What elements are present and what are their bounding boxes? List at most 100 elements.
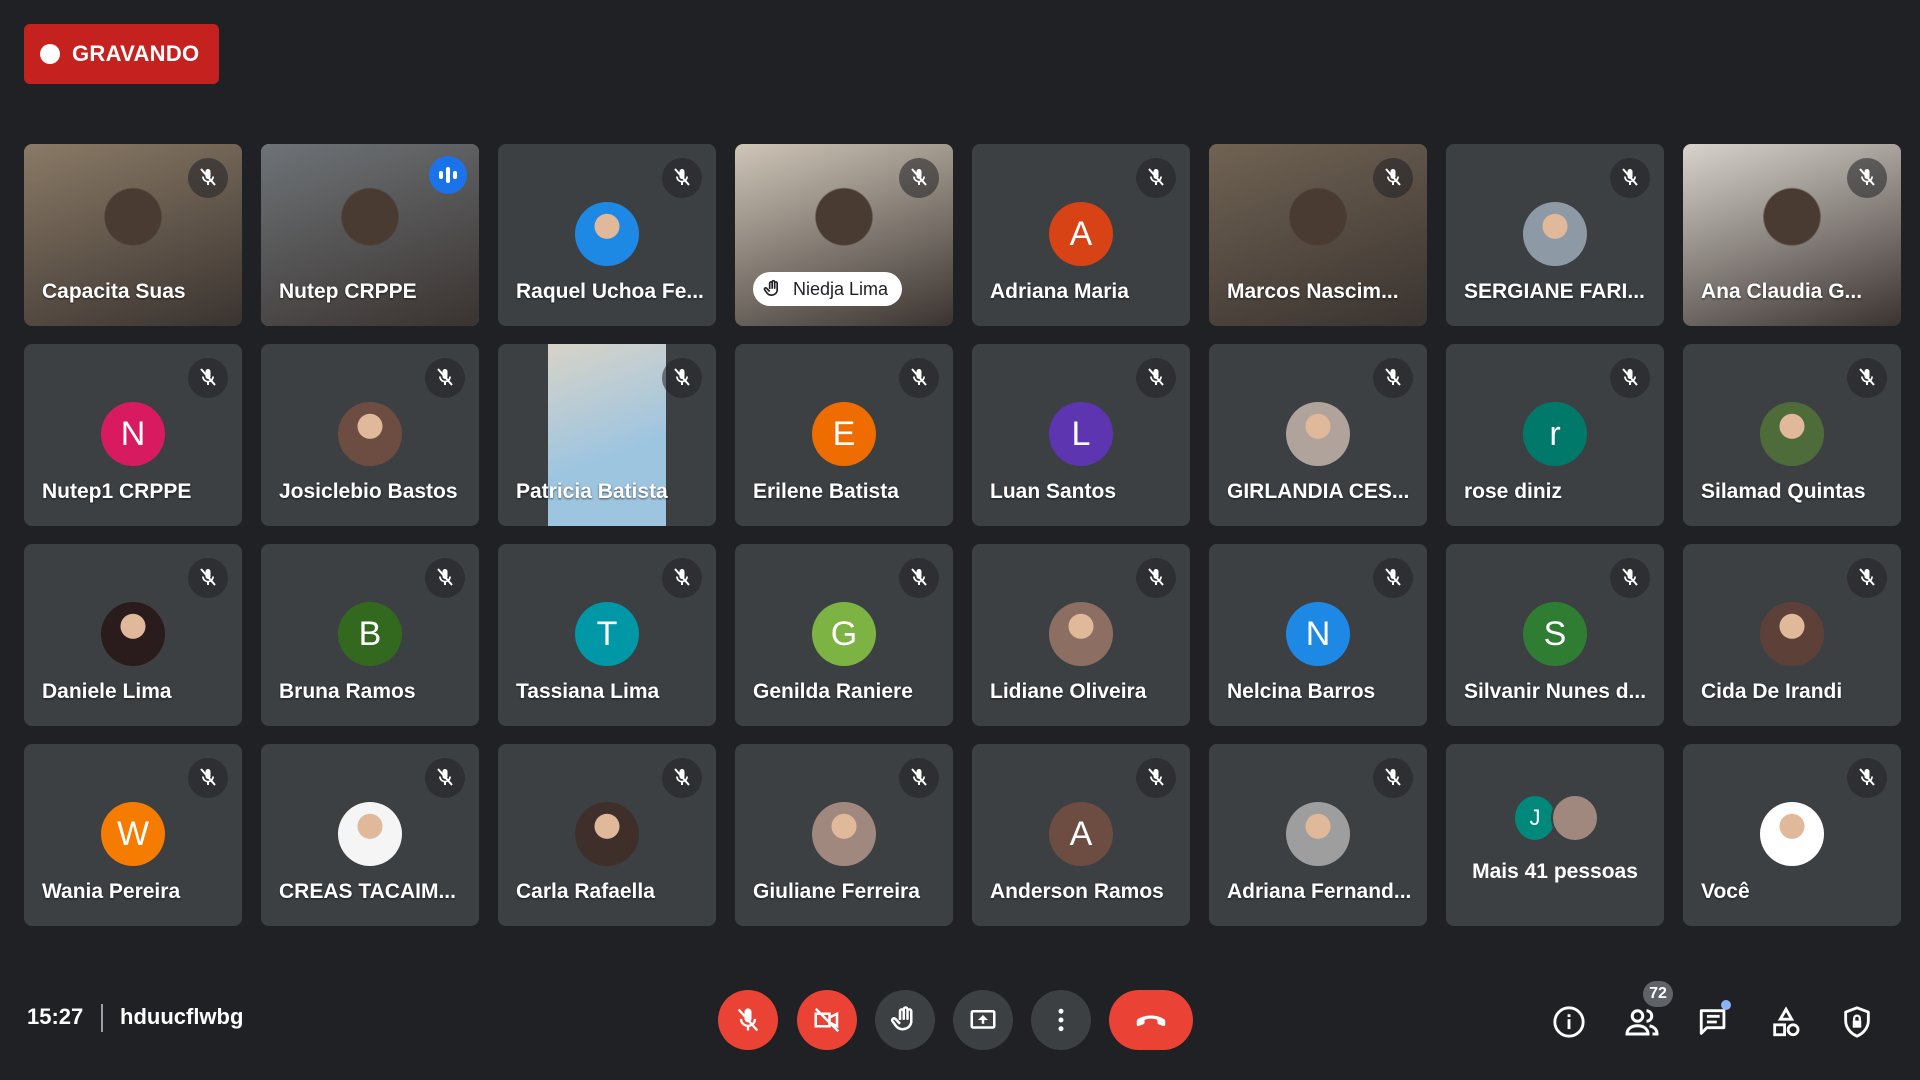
divider — [101, 1004, 103, 1032]
muted-indicator — [1136, 358, 1176, 398]
participant-tile[interactable]: Adriana Fernand... — [1209, 744, 1427, 926]
participant-avatar — [338, 802, 402, 866]
microphone-off-button[interactable] — [718, 990, 778, 1050]
participants-button[interactable] — [1622, 1002, 1662, 1042]
participant-tile[interactable]: Marcos Nascim... — [1209, 144, 1427, 326]
avatar-initial: W — [116, 814, 150, 853]
muted-indicator — [1373, 558, 1413, 598]
mic-off-icon — [911, 768, 927, 786]
participant-name: Nutep1 CRPPE — [42, 480, 192, 503]
muted-indicator — [899, 558, 939, 598]
participant-tile[interactable]: G Genilda Raniere — [735, 544, 953, 726]
avatar-initial: N — [120, 414, 146, 453]
mic-off-icon — [1622, 568, 1638, 586]
participant-tile[interactable]: Daniele Lima — [24, 544, 242, 726]
participant-tile[interactable]: N Nutep1 CRPPE — [24, 344, 242, 526]
mic-off-icon — [1148, 368, 1164, 386]
participant-tile[interactable]: Niedja Lima — [735, 144, 953, 326]
present-screen-button[interactable] — [953, 990, 1013, 1050]
participant-name: Carla Rafaella — [516, 880, 655, 903]
muted-indicator — [1373, 158, 1413, 198]
participant-tile[interactable]: J Mais 41 pessoas — [1446, 744, 1664, 926]
raise-hand-button[interactable] — [875, 990, 935, 1050]
avatar-initial: L — [1071, 414, 1091, 453]
participant-tile[interactable]: Ana Claudia G... — [1683, 144, 1901, 326]
participant-tile[interactable]: r rose diniz — [1446, 344, 1664, 526]
more-participants-avatars: J — [1511, 794, 1599, 842]
participant-tile[interactable]: Patricia Batista — [498, 344, 716, 526]
participant-tile[interactable]: CREAS TACAIM... — [261, 744, 479, 926]
avatar-initial: E — [832, 414, 856, 453]
muted-indicator — [662, 758, 702, 798]
participant-name: Josiclebio Bastos — [279, 480, 458, 503]
participant-tile[interactable]: T Tassiana Lima — [498, 544, 716, 726]
participant-avatar — [575, 202, 639, 266]
participant-name: Cida De Irandi — [1701, 680, 1843, 703]
participants-count-badge: 72 — [1643, 981, 1673, 1007]
muted-indicator — [1136, 758, 1176, 798]
participant-tile[interactable]: B Bruna Ramos — [261, 544, 479, 726]
muted-indicator — [188, 558, 228, 598]
participant-tile[interactable]: GIRLANDIA CES... — [1209, 344, 1427, 526]
participant-name: Giuliane Ferreira — [753, 880, 920, 903]
avatar-initial: A — [1069, 214, 1093, 253]
host-controls-button[interactable] — [1837, 1002, 1877, 1042]
participant-name: Lidiane Oliveira — [990, 680, 1147, 703]
muted-indicator — [188, 358, 228, 398]
participant-name: Silamad Quintas — [1701, 480, 1866, 503]
mic-off-icon — [1622, 168, 1638, 186]
mic-off-icon — [674, 568, 690, 586]
participant-avatar: T — [575, 602, 639, 666]
mic-off-icon — [437, 568, 453, 586]
mic-off-icon — [1859, 768, 1875, 786]
record-dot-icon — [40, 44, 60, 64]
participant-avatar: W — [101, 802, 165, 866]
participant-tile[interactable]: Giuliane Ferreira — [735, 744, 953, 926]
participant-avatar: S — [1523, 602, 1587, 666]
speaking-indicator-icon — [429, 156, 467, 194]
participant-tile[interactable]: SERGIANE FARI... — [1446, 144, 1664, 326]
participant-tile[interactable]: Lidiane Oliveira — [972, 544, 1190, 726]
muted-indicator — [899, 358, 939, 398]
participant-name: Raquel Uchoa Fe... — [516, 280, 704, 303]
participant-name: Daniele Lima — [42, 680, 172, 703]
participant-tile[interactable]: Carla Rafaella — [498, 744, 716, 926]
mic-off-icon — [911, 168, 927, 186]
participant-tile[interactable]: Josiclebio Bastos — [261, 344, 479, 526]
participant-name: Nelcina Barros — [1227, 680, 1376, 703]
participant-tile[interactable]: Nutep CRPPE — [261, 144, 479, 326]
participant-tile[interactable]: L Luan Santos — [972, 344, 1190, 526]
participant-tile[interactable]: W Wania Pereira — [24, 744, 242, 926]
camera-off-button[interactable] — [797, 990, 857, 1050]
participant-avatar: B — [338, 602, 402, 666]
muted-indicator — [1610, 558, 1650, 598]
participant-tile[interactable]: Cida De Irandi — [1683, 544, 1901, 726]
participant-name: Capacita Suas — [42, 280, 186, 303]
mic-off-icon — [911, 568, 927, 586]
participant-tile[interactable]: Capacita Suas — [24, 144, 242, 326]
leave-call-button[interactable] — [1109, 990, 1193, 1050]
muted-indicator — [1847, 558, 1887, 598]
avatar-initial: S — [1543, 614, 1567, 653]
mic-off-icon — [674, 168, 690, 186]
participant-avatar — [1049, 602, 1113, 666]
participant-tile[interactable]: Raquel Uchoa Fe... — [498, 144, 716, 326]
participant-avatar: r — [1523, 402, 1587, 466]
participant-tile[interactable]: A Anderson Ramos — [972, 744, 1190, 926]
activities-button[interactable] — [1766, 1002, 1806, 1042]
participant-tile[interactable]: Você — [1683, 744, 1901, 926]
avatar-initial: T — [596, 614, 618, 653]
muted-indicator — [188, 758, 228, 798]
activities-icon — [1773, 1006, 1800, 1037]
meeting-details-button[interactable] — [1549, 1002, 1589, 1042]
participant-tile[interactable]: A Adriana Maria — [972, 144, 1190, 326]
participant-tile[interactable]: S Silvanir Nunes d... — [1446, 544, 1664, 726]
participant-tile[interactable]: Silamad Quintas — [1683, 344, 1901, 526]
participant-tile[interactable]: N Nelcina Barros — [1209, 544, 1427, 726]
avatar-initial: G — [830, 614, 858, 653]
more-options-button[interactable] — [1031, 990, 1091, 1050]
participant-name: Tassiana Lima — [516, 680, 660, 703]
participant-tile[interactable]: E Erilene Batista — [735, 344, 953, 526]
videocam-off-icon — [814, 1007, 840, 1033]
mic-off-icon — [737, 1008, 759, 1032]
